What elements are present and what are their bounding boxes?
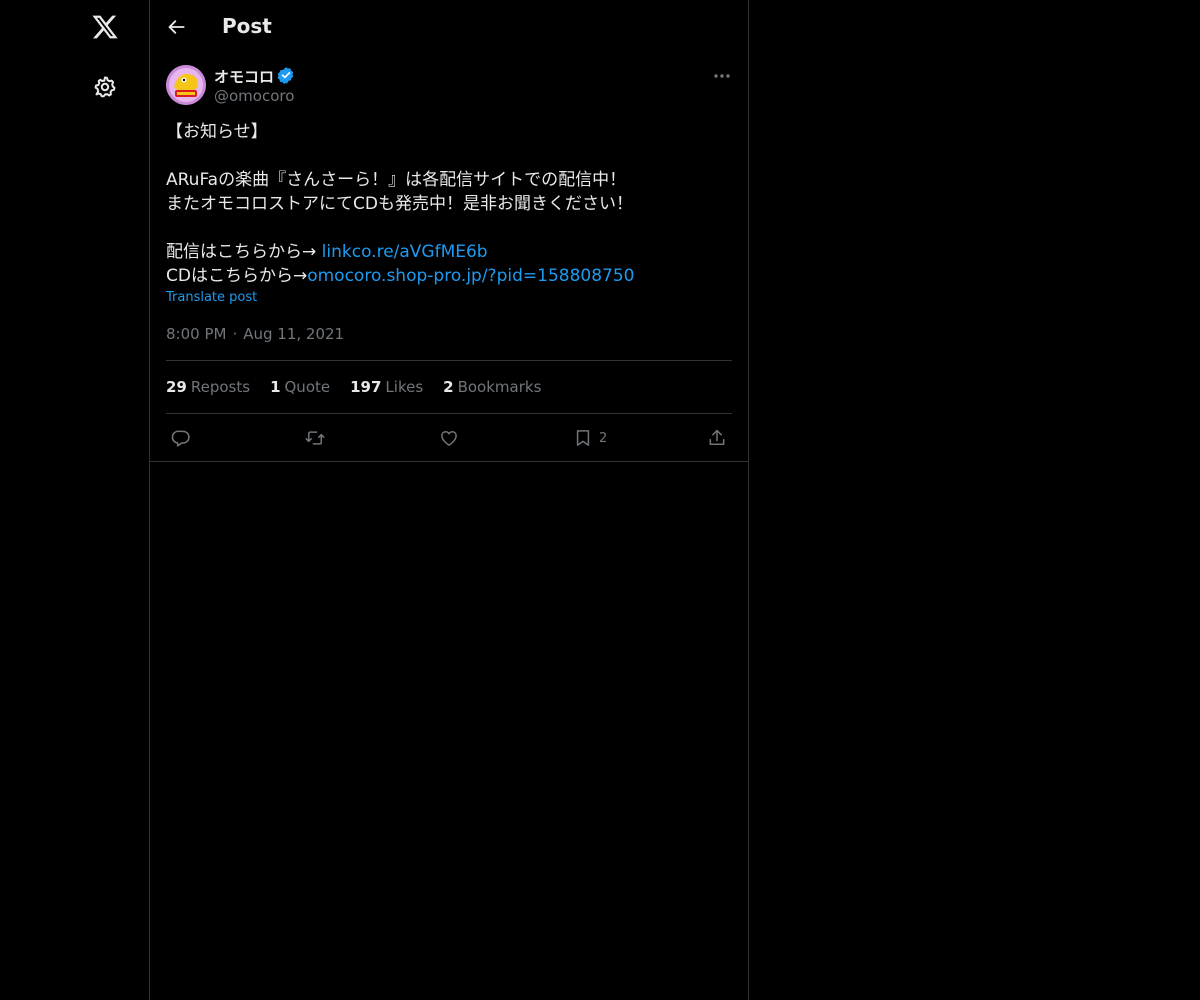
bookmark-count: 2: [599, 430, 608, 446]
post-text-line: 【お知らせ】: [166, 122, 268, 142]
post-stats: 29 Reposts 1 Quote 197 Likes 2 Bookmarks: [166, 378, 561, 396]
page-title: Post: [222, 14, 272, 38]
post-text-segment: CDはこちらから→: [166, 266, 308, 286]
quotes-label: Quote: [284, 378, 331, 396]
post-text-line: CDはこちらから→omocoro.shop-pro.jp/?pid=158808…: [166, 264, 732, 288]
post-text: 【お知らせ】 ARuFaの楽曲『さんさーら！』は各配信サイトでの配信中！ またオモコ…: [166, 120, 732, 288]
topbar: Post: [150, 0, 748, 53]
bookmark-button[interactable]: 2: [573, 426, 607, 450]
like-button[interactable]: [439, 426, 459, 450]
post-timestamp: 8:00 PM · Aug 11, 2021: [166, 325, 344, 343]
reposts-label: Reposts: [190, 378, 251, 396]
share-button[interactable]: [707, 426, 727, 450]
post-text-line: ARuFaの楽曲『さんさーら！』は各配信サイトでの配信中！: [166, 170, 627, 190]
stream-link[interactable]: linkco.re/aVGfME6b: [322, 242, 488, 262]
likes-label: Likes: [385, 378, 424, 396]
post-text-line: 配信はこちらから→ linkco.re/aVGfME6b: [166, 240, 732, 264]
author-name[interactable]: オモコロ: [214, 66, 274, 87]
likes-stat[interactable]: 197 Likes: [350, 378, 423, 396]
main-column: Post オモコロ @omocoro 【お知らせ】 ARuFaの楽曲『さんさーら！…: [150, 0, 749, 1000]
post-time[interactable]: 8:00 PM: [166, 325, 226, 343]
share-icon: [709, 429, 725, 445]
left-nav: [0, 0, 150, 1000]
divider: [166, 413, 732, 414]
meta-separator: ·: [232, 325, 238, 343]
verified-badge-icon: [277, 66, 295, 84]
bookmarks-label: Bookmarks: [457, 378, 542, 396]
likes-count: 197: [350, 378, 382, 396]
divider: [166, 360, 732, 361]
more-options-icon[interactable]: [708, 66, 736, 86]
translate-post-link[interactable]: Translate post: [166, 290, 257, 305]
reposts-stat[interactable]: 29 Reposts: [166, 378, 250, 396]
post-text-line: またオモコロストアにてCDも発売中！是非お聞きください！: [166, 194, 633, 214]
reposts-count: 29: [166, 378, 187, 396]
reply-icon: [171, 430, 190, 447]
post-date[interactable]: Aug 11, 2021: [243, 325, 344, 343]
x-logo-icon[interactable]: [85, 7, 125, 47]
author-handle[interactable]: @omocoro: [214, 87, 294, 105]
reply-button[interactable]: [171, 426, 191, 450]
post-bottom-border: [150, 461, 748, 462]
heart-icon: [441, 431, 457, 446]
post-text-segment: 配信はこちらから→: [166, 242, 322, 262]
quotes-stat[interactable]: 1 Quote: [270, 378, 330, 396]
arrow-left-icon[interactable]: [160, 10, 194, 44]
bookmarks-count: 2: [443, 378, 454, 396]
store-link[interactable]: omocoro.shop-pro.jp/?pid=158808750: [307, 266, 634, 286]
quotes-count: 1: [270, 378, 281, 396]
repost-icon: [305, 431, 325, 445]
post-actions: 2: [166, 426, 732, 450]
avatar[interactable]: [166, 65, 206, 105]
bookmarks-stat[interactable]: 2 Bookmarks: [443, 378, 541, 396]
gear-icon[interactable]: [85, 67, 125, 107]
repost-button[interactable]: [305, 426, 325, 450]
bookmark-icon: [576, 430, 590, 446]
